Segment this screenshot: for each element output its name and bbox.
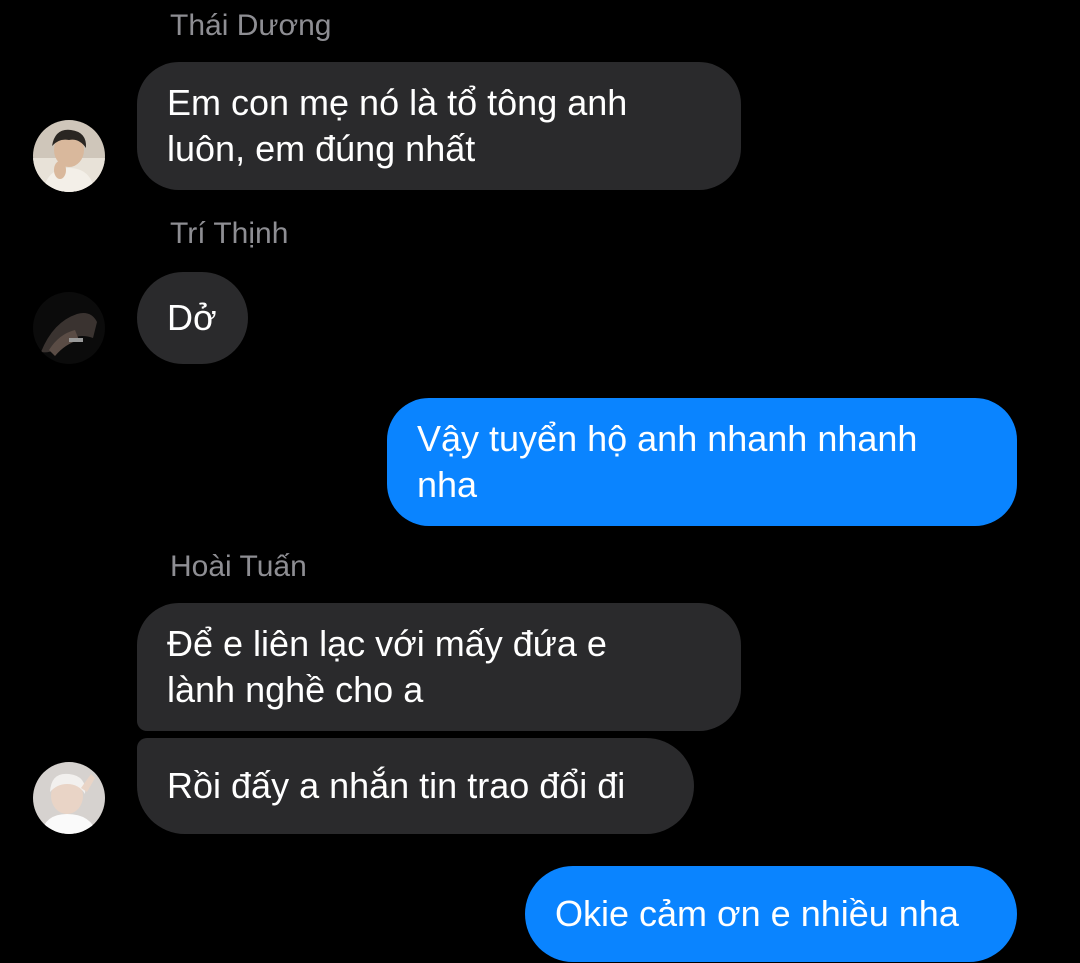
message-bubble-outgoing[interactable]: Okie cảm ơn e nhiều nha: [525, 866, 1017, 962]
message-text-line: lành nghề cho a: [167, 669, 424, 710]
message-bubble[interactable]: Để e liên lạc với mấy đứa e lành nghề ch…: [137, 603, 741, 731]
avatar-photo-icon: [33, 120, 105, 192]
message-text-line: luôn, em đúng nhất: [167, 128, 476, 169]
tri-thinh-avatar[interactable]: [33, 292, 105, 364]
message-text-line: Để e liên lạc với mấy đứa e: [167, 623, 607, 664]
thai-duong-avatar[interactable]: [33, 120, 105, 192]
message-text-line: Vậy tuyển hộ anh nhanh nhanh: [417, 418, 918, 459]
message-text-line: Dở: [167, 297, 217, 338]
message-text-line: Okie cảm ơn e nhiều nha: [555, 893, 959, 934]
message-bubble[interactable]: Rồi đấy a nhắn tin trao đổi đi: [137, 738, 694, 834]
sender-name-hoai-tuan: Hoài Tuấn: [170, 550, 307, 583]
sender-name-thai-duong: Thái Dương: [170, 9, 332, 42]
message-bubble[interactable]: Dở: [137, 272, 248, 364]
message-bubble[interactable]: Em con mẹ nó là tổ tông anh luôn, em đún…: [137, 62, 741, 190]
message-text-line: Rồi đấy a nhắn tin trao đổi đi: [167, 765, 626, 806]
avatar-photo-icon: [33, 762, 105, 834]
hoai-tuan-avatar[interactable]: [33, 762, 105, 834]
message-text-line: nha: [417, 464, 478, 505]
message-text-line: Em con mẹ nó là tổ tông anh: [167, 82, 628, 123]
avatar-photo-icon: [33, 292, 105, 364]
message-bubble-outgoing[interactable]: Vậy tuyển hộ anh nhanh nhanh nha: [387, 398, 1017, 526]
sender-name-tri-thinh: Trí Thịnh: [170, 217, 289, 250]
